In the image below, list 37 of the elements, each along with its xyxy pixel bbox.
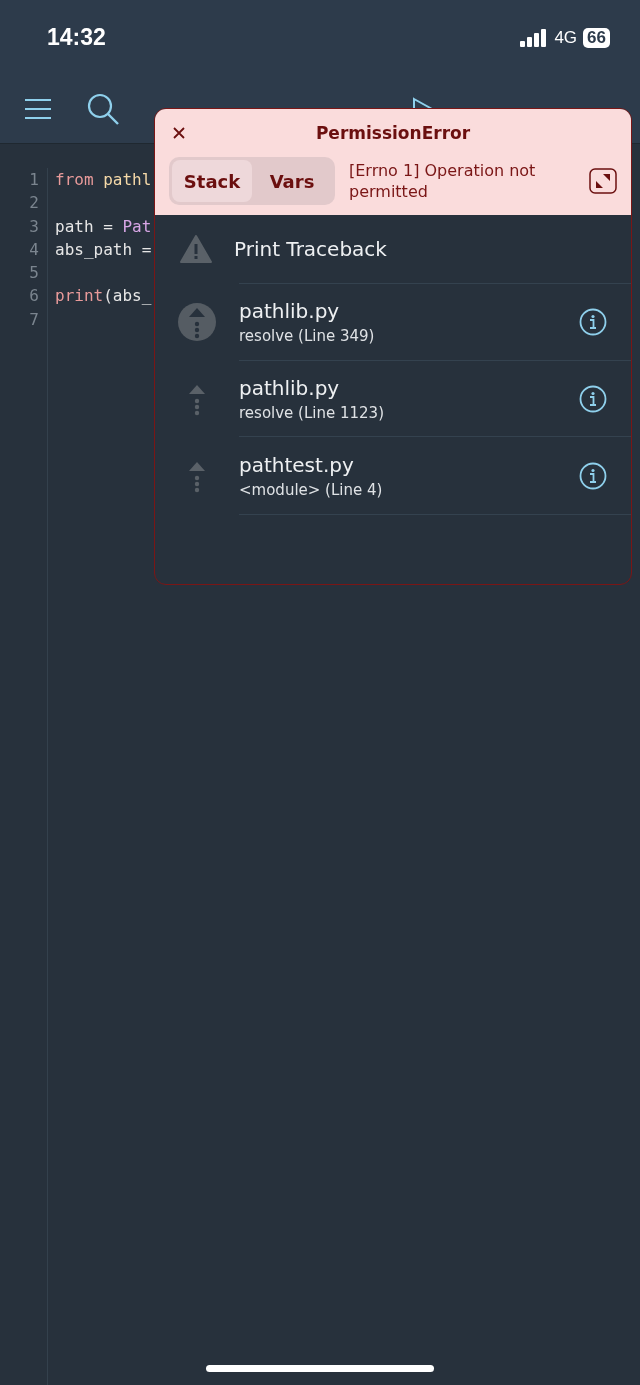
error-message: [Errno 1] Operation not permitted <box>349 160 537 202</box>
stack-frame[interactable]: pathlib.py resolve (Line 349) <box>155 283 631 360</box>
clock-time: 14:32 <box>47 24 106 51</box>
line-number: 6 <box>29 285 39 308</box>
line-number: 4 <box>29 238 39 261</box>
expand-icon[interactable] <box>589 168 617 194</box>
frame-file: pathlib.py <box>239 376 341 400</box>
code-line: path = Pat <box>55 216 152 236</box>
signal-icon <box>520 28 549 47</box>
frame-location: resolve (Line 1123) <box>239 404 384 422</box>
frame-file: pathtest.py <box>239 452 355 477</box>
frame-location: <module> (Line 4) <box>239 480 383 499</box>
line-number: 7 <box>29 308 39 331</box>
segment-tab[interactable]: Vars <box>252 160 332 202</box>
segment-tab[interactable]: Stack <box>172 160 252 202</box>
network-type: 4G <box>554 27 578 48</box>
info-icon[interactable] <box>579 461 607 490</box>
line-number: 2 <box>29 192 39 215</box>
line-number: 3 <box>29 215 39 238</box>
frame-file: pathlib.py <box>239 299 341 323</box>
stack-frame[interactable]: pathlib.py resolve (Line 1123) <box>155 360 631 437</box>
line-number: 5 <box>29 262 39 285</box>
warning-icon <box>180 235 212 263</box>
code-line: print(abs_ <box>55 286 152 306</box>
line-number: 1 <box>29 169 39 191</box>
frame-location: resolve (Line 349) <box>239 327 375 345</box>
error-title: PermissionError <box>315 123 471 143</box>
info-icon[interactable] <box>579 308 607 336</box>
close-icon[interactable] <box>173 127 185 139</box>
stack-frame[interactable]: pathtest.py <module> (Line 4) <box>155 437 631 514</box>
search-icon[interactable] <box>86 92 120 126</box>
menu-icon[interactable] <box>24 98 52 120</box>
print-traceback-button[interactable]: Print Traceback <box>234 237 387 261</box>
code-line: from pathl <box>55 170 152 189</box>
battery-level: 66 <box>583 27 610 48</box>
info-icon[interactable] <box>579 385 607 413</box>
code-line: abs_path = <box>55 239 152 259</box>
